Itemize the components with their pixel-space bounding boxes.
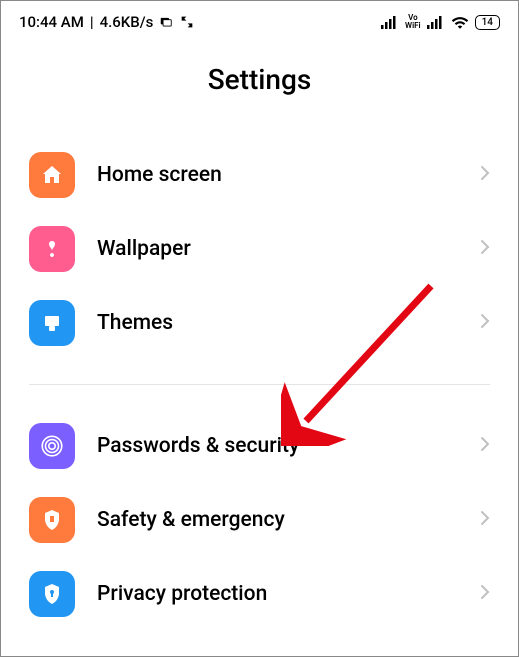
- sync-icon: [179, 14, 195, 30]
- chevron-right-icon: [480, 436, 490, 456]
- wifi-icon: [451, 15, 469, 29]
- settings-item-privacy-protection[interactable]: Privacy protection: [29, 557, 490, 631]
- settings-item-safety-emergency[interactable]: Safety & emergency: [29, 483, 490, 557]
- settings-item-label: Themes: [97, 311, 480, 335]
- settings-item-label: Home screen: [97, 163, 480, 187]
- chevron-right-icon: [480, 510, 490, 530]
- shield-icon: [29, 571, 75, 617]
- settings-item-wallpaper[interactable]: Wallpaper: [29, 212, 490, 286]
- chevron-right-icon: [480, 313, 490, 333]
- home-icon: [29, 152, 75, 198]
- safety-icon: [29, 497, 75, 543]
- settings-item-passwords-security[interactable]: Passwords & security: [29, 409, 490, 483]
- chevron-right-icon: [480, 584, 490, 604]
- settings-item-themes[interactable]: Themes: [29, 286, 490, 360]
- chevron-right-icon: [480, 165, 490, 185]
- settings-item-label: Wallpaper: [97, 237, 480, 261]
- settings-item-home-screen[interactable]: Home screen: [29, 138, 490, 212]
- message-icon: [159, 15, 173, 29]
- chevron-right-icon: [480, 239, 490, 259]
- fingerprint-icon: [29, 423, 75, 469]
- wallpaper-icon: [29, 226, 75, 272]
- settings-list: Home screen Wallpaper Themes Passwords &…: [1, 138, 518, 631]
- battery-icon: 14: [475, 15, 500, 30]
- status-data-rate: 4.6KB/s: [100, 13, 154, 31]
- signal-icon-2: [427, 15, 445, 29]
- status-bar: 10:44 AM | 4.6KB/s Vo WiFi 14: [1, 1, 518, 37]
- page-title: Settings: [1, 63, 518, 96]
- settings-item-label: Safety & emergency: [97, 508, 480, 532]
- status-bar-left: 10:44 AM | 4.6KB/s: [19, 13, 195, 31]
- status-separator: |: [90, 13, 94, 31]
- vowifi-icon: Vo WiFi: [405, 14, 421, 30]
- themes-icon: [29, 300, 75, 346]
- settings-item-label: Privacy protection: [97, 582, 480, 606]
- settings-item-label: Passwords & security: [97, 434, 480, 458]
- status-bar-right: Vo WiFi 14: [381, 14, 500, 30]
- signal-icon: [381, 15, 399, 29]
- status-time: 10:44 AM: [19, 13, 84, 31]
- section-divider: [29, 384, 490, 385]
